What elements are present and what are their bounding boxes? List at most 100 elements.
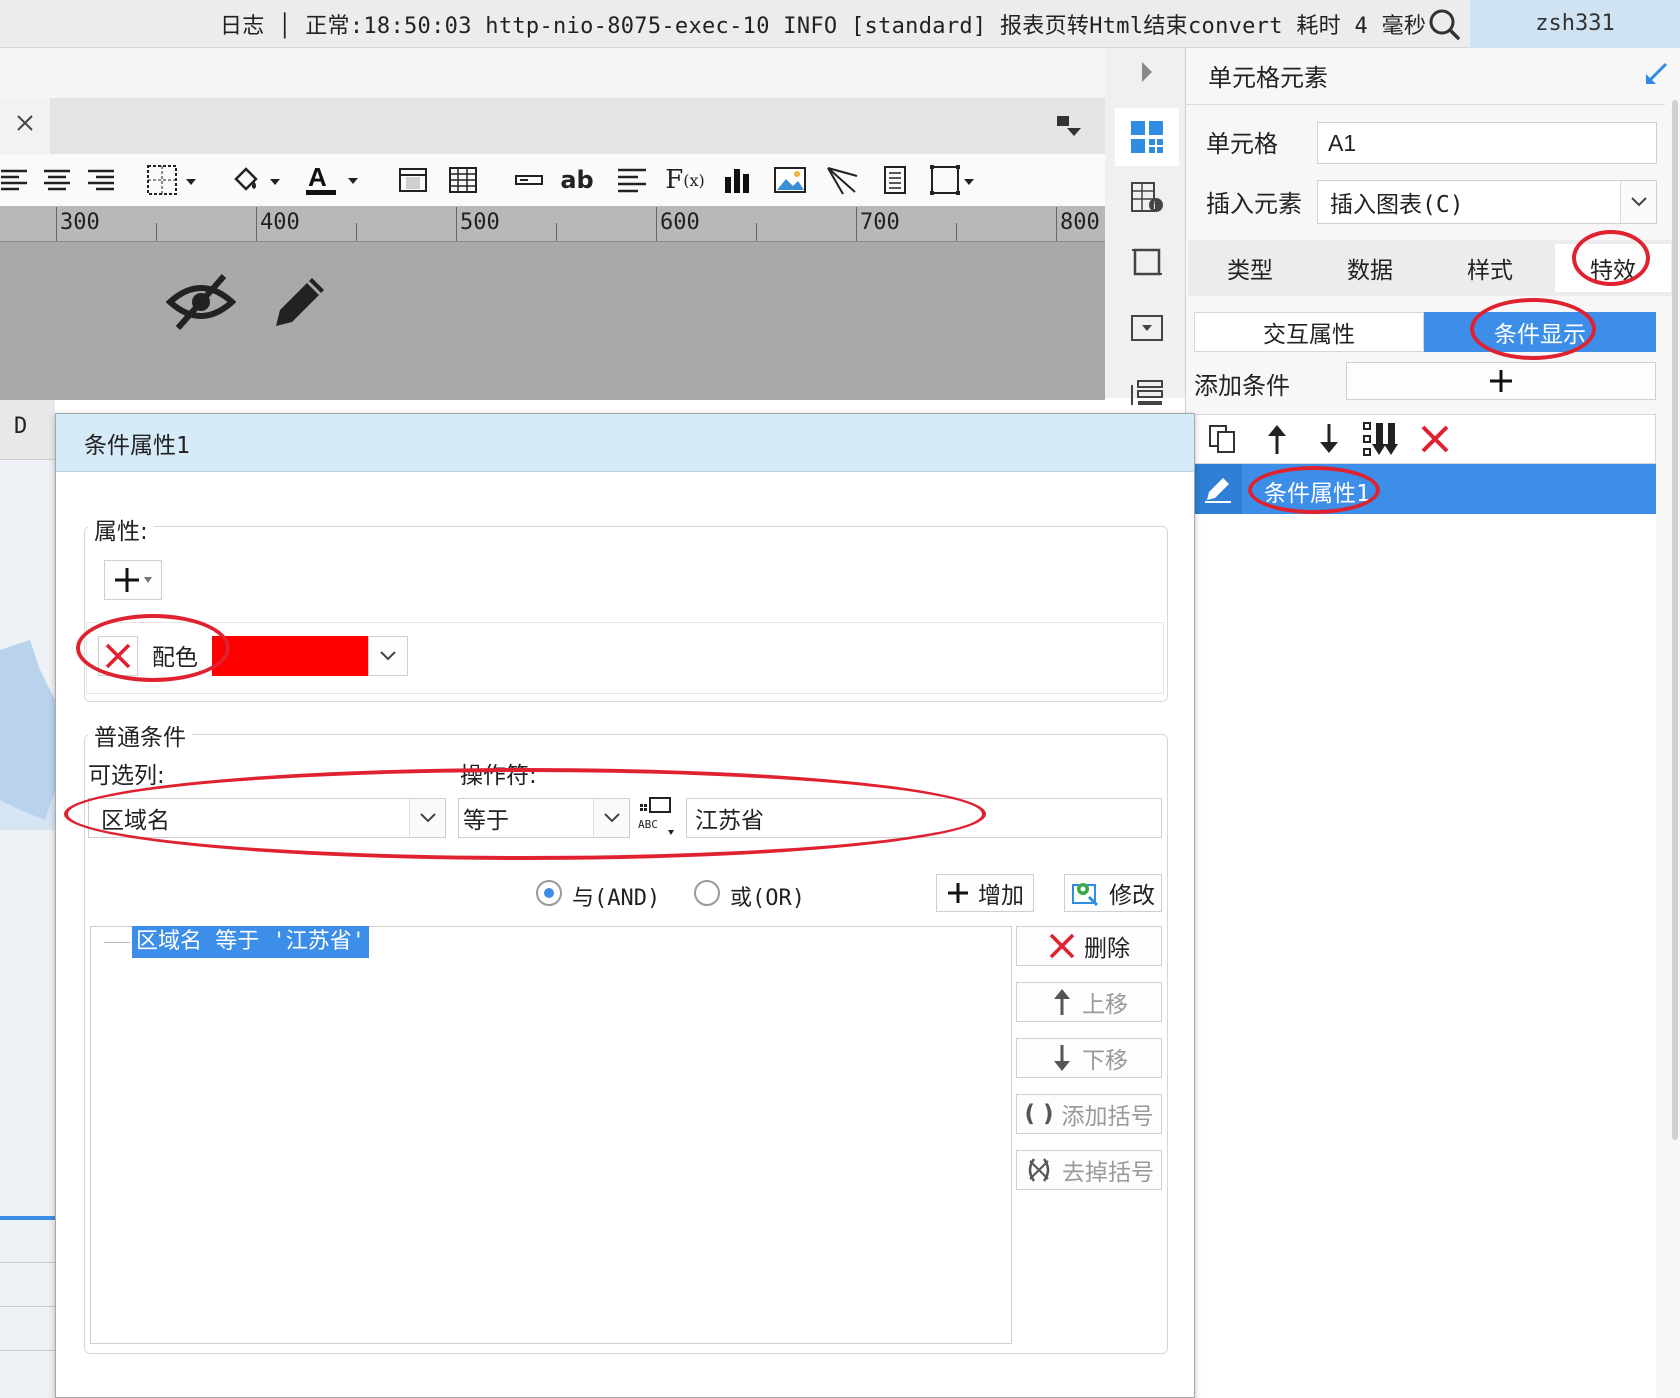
tab-type[interactable]: 类型 bbox=[1190, 244, 1310, 292]
list-body bbox=[1194, 514, 1656, 1398]
table-icon[interactable] bbox=[446, 160, 480, 200]
panel-title: 单元格元素 bbox=[1208, 64, 1328, 92]
close-icon[interactable] bbox=[12, 110, 38, 136]
ruler-tick bbox=[356, 223, 357, 241]
ruler-tick bbox=[756, 223, 757, 241]
arrow-up-icon[interactable] bbox=[1262, 422, 1292, 456]
image-icon[interactable] bbox=[772, 160, 808, 200]
ruler-label: 800 bbox=[1060, 210, 1100, 235]
tab-data[interactable]: 数据 bbox=[1310, 244, 1430, 292]
and-radio[interactable] bbox=[536, 880, 562, 906]
align-left-icon[interactable] bbox=[0, 160, 30, 200]
column-label: 可选列: bbox=[88, 763, 165, 789]
list-item-label: 条件属性1 bbox=[1264, 481, 1370, 507]
grid-line bbox=[0, 1262, 55, 1263]
tab-strip bbox=[0, 98, 1105, 154]
subreport-icon[interactable] bbox=[878, 160, 912, 200]
edit-icon[interactable] bbox=[1194, 464, 1242, 514]
add-condition-button[interactable] bbox=[1346, 362, 1656, 400]
value-type-icon[interactable]: ABC bbox=[636, 796, 676, 838]
remove-bracket-button[interactable]: 去掉括号 bbox=[1016, 1150, 1162, 1190]
subtab-condition-display[interactable]: 条件显示 bbox=[1424, 312, 1656, 352]
merge-cells-icon[interactable] bbox=[396, 160, 430, 200]
sort-icon[interactable] bbox=[1362, 420, 1400, 458]
search-icon[interactable] bbox=[1420, 4, 1472, 44]
or-radio[interactable] bbox=[694, 880, 720, 906]
and-label: 与(AND) bbox=[572, 886, 661, 911]
add-condition-label: 添加条件 bbox=[1194, 372, 1290, 400]
align-right-icon[interactable] bbox=[84, 160, 118, 200]
paragraph-icon[interactable] bbox=[614, 160, 650, 200]
property-legend: 属性: bbox=[88, 512, 154, 546]
scrollbar[interactable] bbox=[1672, 100, 1678, 1140]
color-dropdown-icon[interactable] bbox=[368, 636, 408, 676]
condition-value-input[interactable]: 江苏省 bbox=[686, 798, 1162, 838]
selection-bar bbox=[0, 1216, 55, 1220]
arrow-down-icon bbox=[1054, 1045, 1070, 1071]
font-color-icon[interactable]: A bbox=[302, 160, 364, 200]
move-down-button[interactable]: 下移 bbox=[1016, 1038, 1162, 1078]
frame-icon[interactable] bbox=[928, 160, 978, 200]
pencil-icon[interactable] bbox=[268, 268, 332, 334]
arrow-down-icon[interactable] bbox=[1314, 422, 1344, 456]
ruler-tick bbox=[556, 223, 557, 241]
radio-dot bbox=[544, 888, 554, 898]
modify-icon bbox=[1072, 883, 1099, 907]
chevron-down-icon bbox=[593, 799, 629, 837]
insert-element-select[interactable]: 插入图表(C) bbox=[1317, 180, 1657, 224]
caret-right-icon[interactable] bbox=[1138, 58, 1156, 86]
move-up-label: 上移 bbox=[1082, 992, 1128, 1018]
editor-header bbox=[0, 48, 1105, 98]
add-bracket-button[interactable]: ( ) 添加括号 bbox=[1016, 1094, 1162, 1134]
operator-select-value: 等于 bbox=[463, 808, 509, 834]
or-label: 或(OR) bbox=[730, 886, 805, 911]
move-up-button[interactable]: 上移 bbox=[1016, 982, 1162, 1022]
cell-element-icon[interactable] bbox=[1115, 108, 1179, 166]
tab-effects[interactable]: 特效 bbox=[1555, 244, 1671, 292]
fill-color-icon[interactable] bbox=[228, 160, 286, 200]
color-swatch[interactable] bbox=[212, 636, 368, 676]
pin-icon[interactable] bbox=[1642, 58, 1672, 88]
align-center-icon[interactable] bbox=[40, 160, 74, 200]
bar-chart-icon[interactable] bbox=[720, 160, 756, 200]
slash-icon[interactable] bbox=[824, 160, 860, 200]
hidden-eye-icon[interactable] bbox=[165, 268, 237, 334]
svg-text:A: A bbox=[308, 162, 327, 192]
remove-property-icon[interactable] bbox=[98, 636, 138, 676]
add-property-button[interactable] bbox=[104, 560, 162, 600]
border-icon[interactable] bbox=[144, 160, 204, 200]
widget-icon[interactable] bbox=[1125, 306, 1169, 350]
ruler-tick bbox=[456, 207, 457, 241]
insert-element-label: 插入元素 bbox=[1206, 190, 1302, 218]
tab-menu-icon[interactable] bbox=[1055, 114, 1085, 138]
user-account[interactable]: zsh331 bbox=[1470, 0, 1680, 48]
chevron-down-icon bbox=[409, 799, 445, 837]
column-select-value: 区域名 bbox=[101, 808, 170, 834]
svg-text:ABC: ABC bbox=[638, 818, 658, 831]
operator-select[interactable]: 等于 bbox=[458, 798, 630, 838]
bracket-icon: ( ) bbox=[1024, 1101, 1054, 1127]
copy-icon[interactable] bbox=[1206, 422, 1240, 456]
subtab-interaction[interactable]: 交互属性 bbox=[1194, 312, 1424, 352]
delete-x-icon[interactable] bbox=[1418, 422, 1452, 456]
tab-style[interactable]: 样式 bbox=[1430, 244, 1550, 292]
delete-button[interactable]: 删除 bbox=[1016, 926, 1162, 966]
text-field-icon[interactable] bbox=[512, 160, 546, 200]
column-select[interactable]: 区域名 bbox=[88, 798, 446, 838]
add-bracket-label: 添加括号 bbox=[1061, 1104, 1154, 1130]
modify-button-label: 修改 bbox=[1109, 883, 1155, 909]
property-name: 配色 bbox=[152, 645, 198, 671]
cell-attribute-icon[interactable]: i bbox=[1125, 176, 1169, 220]
formula-icon[interactable]: F (x) bbox=[665, 160, 705, 200]
ruler-tick bbox=[1056, 207, 1057, 241]
list-settings-icon[interactable] bbox=[1125, 370, 1169, 414]
ruler-label: 600 bbox=[660, 210, 700, 235]
condition-list bbox=[90, 926, 1012, 1344]
float-element-icon[interactable] bbox=[1125, 240, 1169, 284]
text-ab-icon[interactable]: ab bbox=[560, 160, 594, 200]
modify-button[interactable]: 修改 bbox=[1064, 874, 1162, 912]
add-button[interactable]: 增加 bbox=[936, 874, 1034, 912]
cell-input[interactable]: A1 bbox=[1317, 122, 1657, 164]
condition-list-item[interactable]: 区域名 等于 '江苏省' bbox=[132, 926, 369, 958]
dialog-title: 条件属性1 bbox=[84, 433, 190, 459]
